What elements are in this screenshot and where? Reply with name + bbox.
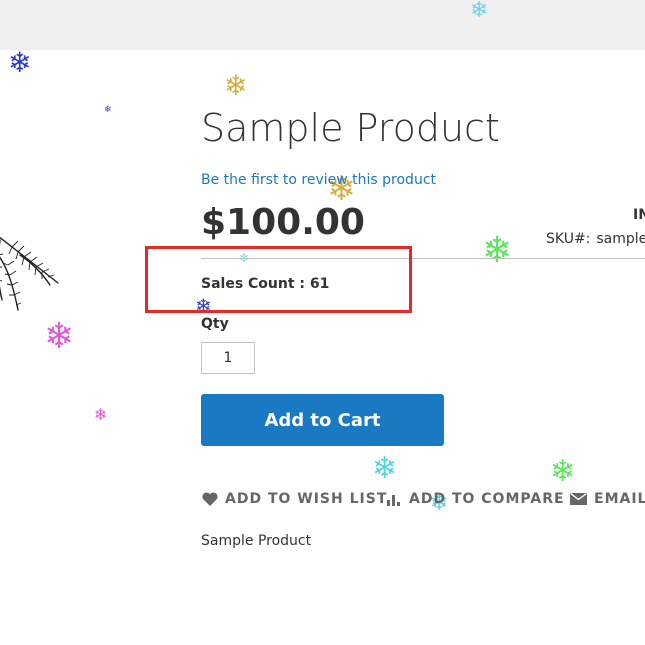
pine-branch-icon xyxy=(0,236,59,311)
snowflake-icon: ❄ xyxy=(44,316,75,357)
heart-icon xyxy=(202,492,218,506)
compare-label: ADD TO COMPARE xyxy=(409,491,565,507)
product-sku: SKU#: sample- xyxy=(546,231,645,247)
snowflake-icon: ❄ xyxy=(94,405,108,424)
snowflake-icon: ❄ xyxy=(8,46,32,79)
add-to-cart-button[interactable]: Add to Cart xyxy=(201,394,444,446)
snowflake-icon: ❄ xyxy=(372,451,398,486)
envelope-icon xyxy=(570,493,587,505)
snowflake-icon: ❄ xyxy=(482,230,513,271)
product-title: Sample Product xyxy=(201,106,500,150)
product-description: Sample Product xyxy=(201,533,312,549)
sku-value: sample- xyxy=(596,231,645,247)
snowflake-icon: ❄ xyxy=(470,0,489,23)
highlight-box xyxy=(145,246,412,313)
add-to-wishlist-link[interactable]: ADD TO WISH LIST xyxy=(202,491,387,507)
bar-chart-icon xyxy=(387,495,400,506)
stock-status: IN xyxy=(633,207,645,223)
email-label: EMAIL xyxy=(594,491,645,507)
review-link[interactable]: Be the first to review this product xyxy=(201,172,436,188)
qty-input[interactable] xyxy=(201,342,255,374)
sku-label: SKU#: xyxy=(546,231,591,247)
page-header-bar xyxy=(0,0,645,50)
wishlist-label: ADD TO WISH LIST xyxy=(225,491,388,507)
snowflake-icon: ❄ xyxy=(104,105,112,115)
product-price: $100.00 xyxy=(201,202,365,243)
snowflake-icon: ❄ xyxy=(224,69,248,102)
snowflake-icon: ❄ xyxy=(550,454,576,489)
qty-label: Qty xyxy=(201,316,229,332)
email-link[interactable]: EMAIL xyxy=(570,491,645,507)
add-to-compare-link[interactable]: ADD TO COMPARE xyxy=(386,491,565,507)
